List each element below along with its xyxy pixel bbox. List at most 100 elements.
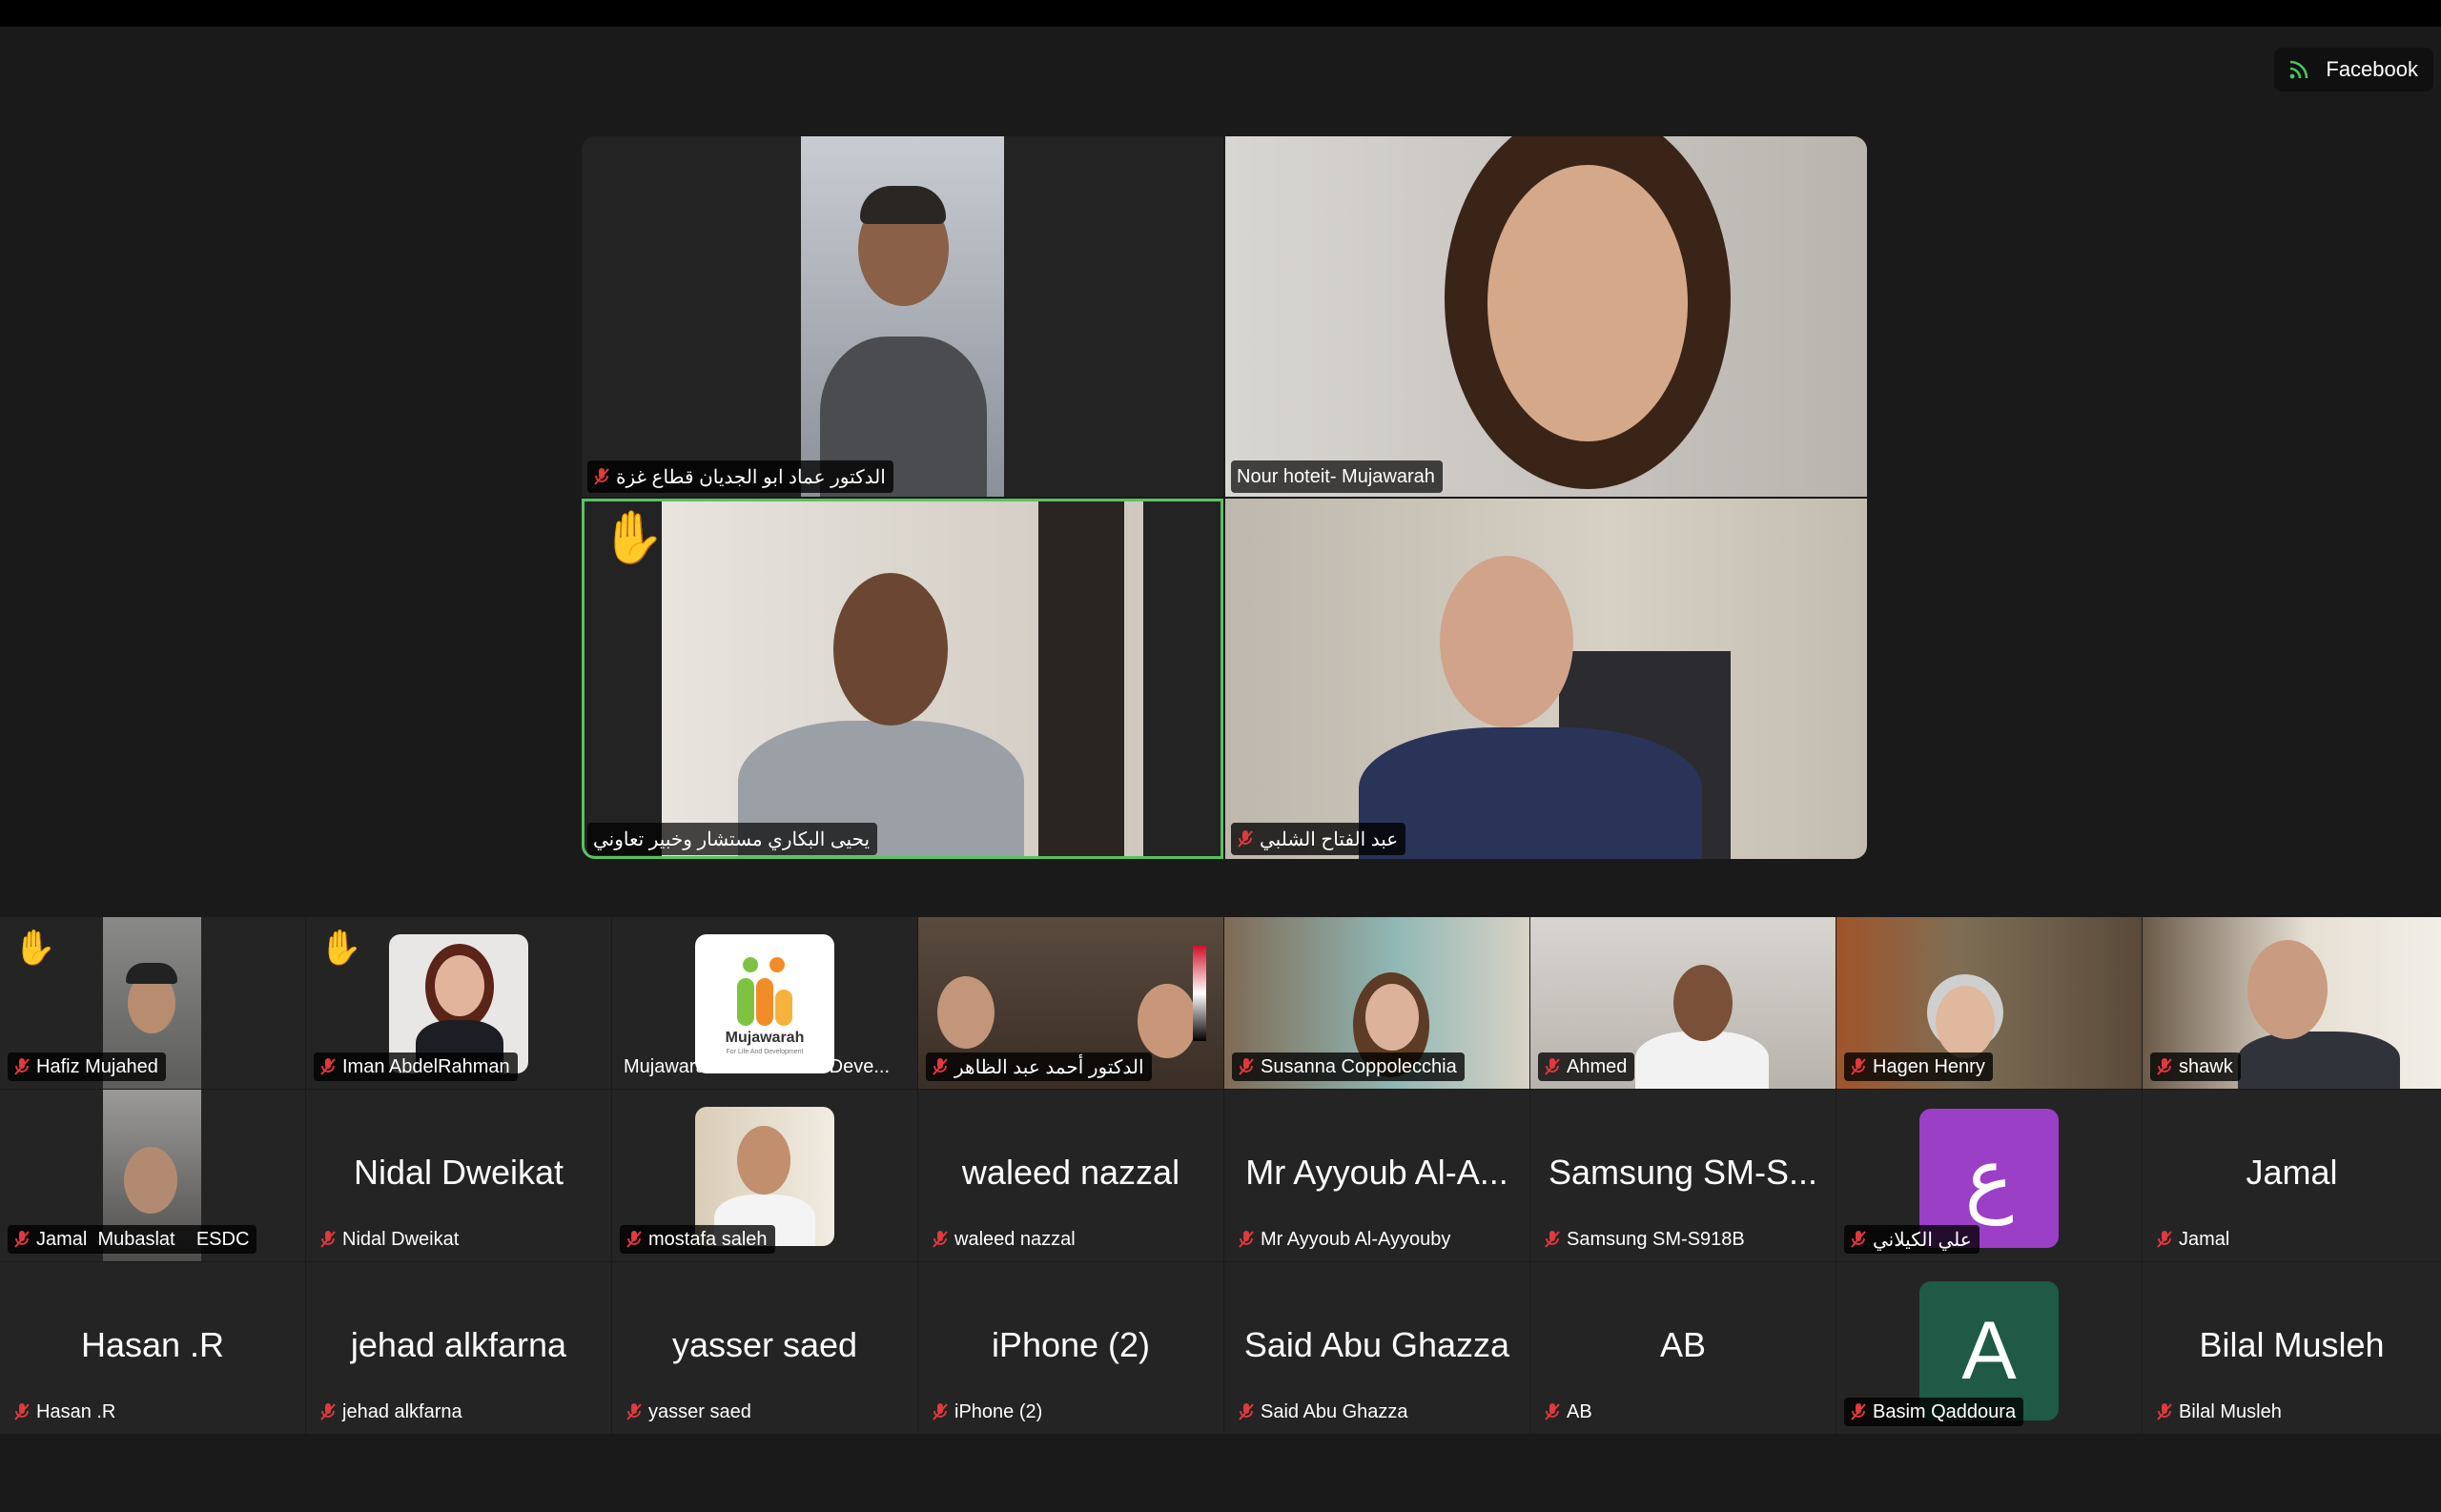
- raised-hand-icon: ✋: [319, 928, 362, 967]
- participant-name-tag: Basim Qaddoura: [1844, 1398, 2024, 1426]
- muted-mic-icon: [1545, 1403, 1560, 1420]
- participant-name-tag: shawk: [2150, 1052, 2241, 1081]
- strip-tile[interactable]: Bilal Musleh Bilal Musleh: [2143, 1262, 2441, 1434]
- participant-name-tag: الدكتور عماد ابو الجديان قطاع غزة: [587, 460, 893, 493]
- participant-display-name: iPhone (2): [991, 1325, 1151, 1364]
- video-tile-3[interactable]: ✋ يحيى البكاري مستشار وخبير تعاوني: [582, 499, 1223, 859]
- video-tile-4[interactable]: عبد الفتاح الشلبي: [1225, 499, 1867, 859]
- strip-tile[interactable]: iPhone (2) iPhone (2): [918, 1262, 1223, 1434]
- participant-name-tag: Iman AbdelRahman: [314, 1052, 518, 1081]
- strip-tile[interactable]: shawk: [2143, 917, 2441, 1089]
- participant-head: [1673, 965, 1733, 1041]
- participant-name: yasser saed: [648, 1400, 751, 1422]
- muted-mic-icon: [320, 1058, 336, 1075]
- participant-name: Samsung SM-S918B: [1567, 1228, 1745, 1250]
- strip-tile[interactable]: Hagen Henry: [1836, 917, 2142, 1089]
- strip-tile[interactable]: ✋ Hafiz Mujahed: [0, 917, 305, 1089]
- muted-mic-icon: [1851, 1058, 1866, 1075]
- participant-name-tag: iPhone (2): [926, 1398, 1050, 1426]
- muted-mic-icon: [933, 1231, 948, 1248]
- participant-name: الدكتور أحمد عبد الظاهر: [954, 1056, 1144, 1078]
- participant-body: [2238, 1032, 2400, 1089]
- participant-name-tag: AB: [1538, 1398, 1600, 1426]
- muted-mic-icon: [320, 1231, 336, 1248]
- muted-mic-icon: [1239, 1058, 1254, 1075]
- participant-name: AB: [1567, 1400, 1592, 1422]
- participant-name: Mr Ayyoub Al-Ayyouby: [1261, 1228, 1451, 1250]
- participant-head: [937, 976, 995, 1049]
- muted-mic-icon: [2157, 1058, 2172, 1075]
- participant-name: Ahmed: [1567, 1055, 1628, 1077]
- strip-tile[interactable]: Nidal Dweikat Nidal Dweikat: [306, 1090, 611, 1261]
- muted-mic-icon: [14, 1231, 30, 1248]
- participant-name-tag: waleed nazzal: [926, 1225, 1083, 1254]
- flag: [1193, 946, 1206, 1041]
- strip-tile[interactable]: waleed nazzal waleed nazzal: [918, 1090, 1223, 1261]
- raised-hand-icon: ✋: [601, 509, 666, 566]
- strip-tile[interactable]: Jamal Mubaslat ESDC: [0, 1090, 305, 1261]
- participant-display-name: Nidal Dweikat: [353, 1153, 564, 1192]
- strip-tile[interactable]: Jamal Jamal: [2143, 1090, 2441, 1261]
- participant-video: [1225, 499, 1867, 859]
- participant-name: mostafa saleh: [648, 1228, 768, 1250]
- participant-name-tag: Mujawarah For Life and Deve...: [620, 1052, 897, 1081]
- participant-name: waleed nazzal: [954, 1228, 1076, 1250]
- participant-name: Mujawarah For Life and Deve...: [624, 1055, 891, 1077]
- participant-name: علي الكيلاني: [1873, 1229, 1972, 1251]
- video-tile-2[interactable]: Nour hoteit- Mujawarah: [1225, 136, 1867, 497]
- strip-tile[interactable]: mostafa saleh: [612, 1090, 917, 1261]
- participant-name: Iman AbdelRahman: [342, 1055, 510, 1077]
- door-frame: [1038, 501, 1124, 856]
- participant-name: Hagen Henry: [1873, 1055, 1985, 1077]
- video-tile-1[interactable]: الدكتور عماد ابو الجديان قطاع غزة: [582, 136, 1223, 497]
- strip-tile[interactable]: Samsung SM-S... Samsung SM-S918B: [1530, 1090, 1836, 1261]
- participant-display-name: jehad alkfarna: [350, 1325, 567, 1364]
- muted-mic-icon: [933, 1058, 948, 1075]
- strip-tile[interactable]: yasser saed yasser saed: [612, 1262, 917, 1434]
- muted-mic-icon: [1545, 1231, 1560, 1248]
- live-stream-icon: [2289, 60, 2308, 79]
- muted-mic-icon: [1238, 830, 1253, 848]
- window-top-bar: [0, 0, 2441, 27]
- participant-name: Hasan .R: [36, 1400, 116, 1422]
- strip-tile[interactable]: Ahmed: [1530, 917, 1836, 1089]
- participant-name: Hafiz Mujahed: [36, 1055, 158, 1077]
- participant-name: jehad alkfarna: [342, 1400, 462, 1422]
- strip-tile[interactable]: ع علي الكيلاني: [1836, 1090, 2142, 1261]
- live-stream-badge[interactable]: Facebook: [2274, 48, 2433, 92]
- participant-display-name: Bilal Musleh: [2199, 1325, 2385, 1364]
- participant-display-name: yasser saed: [671, 1325, 858, 1364]
- participant-name-tag: yasser saed: [620, 1398, 759, 1426]
- participant-name: Jamal Mubaslat ESDC: [36, 1228, 250, 1250]
- participant-head: [1487, 165, 1688, 441]
- strip-tile[interactable]: Susanna Coppolecchia: [1224, 917, 1529, 1089]
- strip-tile[interactable]: Mujawarah For Life And Development Mujaw…: [612, 917, 917, 1089]
- strip-tile[interactable]: jehad alkfarna jehad alkfarna: [306, 1262, 611, 1434]
- strip-tile[interactable]: Hasan .R Hasan .R: [0, 1262, 305, 1434]
- muted-mic-icon: [1851, 1403, 1866, 1420]
- logo-wordmark: Mujawarah: [725, 1030, 805, 1046]
- participant-hair: [860, 186, 946, 224]
- participant-head: [1440, 556, 1573, 727]
- participant-name: Nour hoteit- Mujawarah: [1237, 465, 1435, 487]
- muted-mic-icon: [1545, 1058, 1560, 1075]
- strip-tile[interactable]: Mr Ayyoub Al-A... Mr Ayyoub Al-Ayyouby: [1224, 1090, 1529, 1261]
- participant-name-tag: Bilal Musleh: [2150, 1398, 2289, 1426]
- participant-name: عبد الفتاح الشلبي: [1260, 828, 1399, 850]
- strip-tile[interactable]: AB AB: [1530, 1262, 1836, 1434]
- strip-tile[interactable]: الدكتور أحمد عبد الظاهر: [918, 917, 1223, 1089]
- participant-name-tag: Mr Ayyoub Al-Ayyouby: [1232, 1225, 1458, 1254]
- strip-tile[interactable]: Said Abu Ghazza Said Abu Ghazza: [1224, 1262, 1529, 1434]
- muted-mic-icon: [14, 1058, 30, 1075]
- participant-display-name: Said Abu Ghazza: [1243, 1325, 1510, 1364]
- avatar-letter: ع: [1964, 1133, 2014, 1224]
- participant-body: [1359, 727, 1702, 859]
- muted-mic-icon: [14, 1403, 30, 1420]
- raised-hand-icon: ✋: [13, 928, 56, 967]
- participant-video: [801, 136, 1004, 497]
- participant-head: [1138, 984, 1197, 1058]
- strip-tile[interactable]: ✋ Iman AbdelRahman: [306, 917, 611, 1089]
- strip-tile[interactable]: A Basim Qaddoura: [1836, 1262, 2142, 1434]
- participant-name-tag: علي الكيلاني: [1844, 1225, 1979, 1254]
- participant-name-tag: Ahmed: [1538, 1052, 1635, 1081]
